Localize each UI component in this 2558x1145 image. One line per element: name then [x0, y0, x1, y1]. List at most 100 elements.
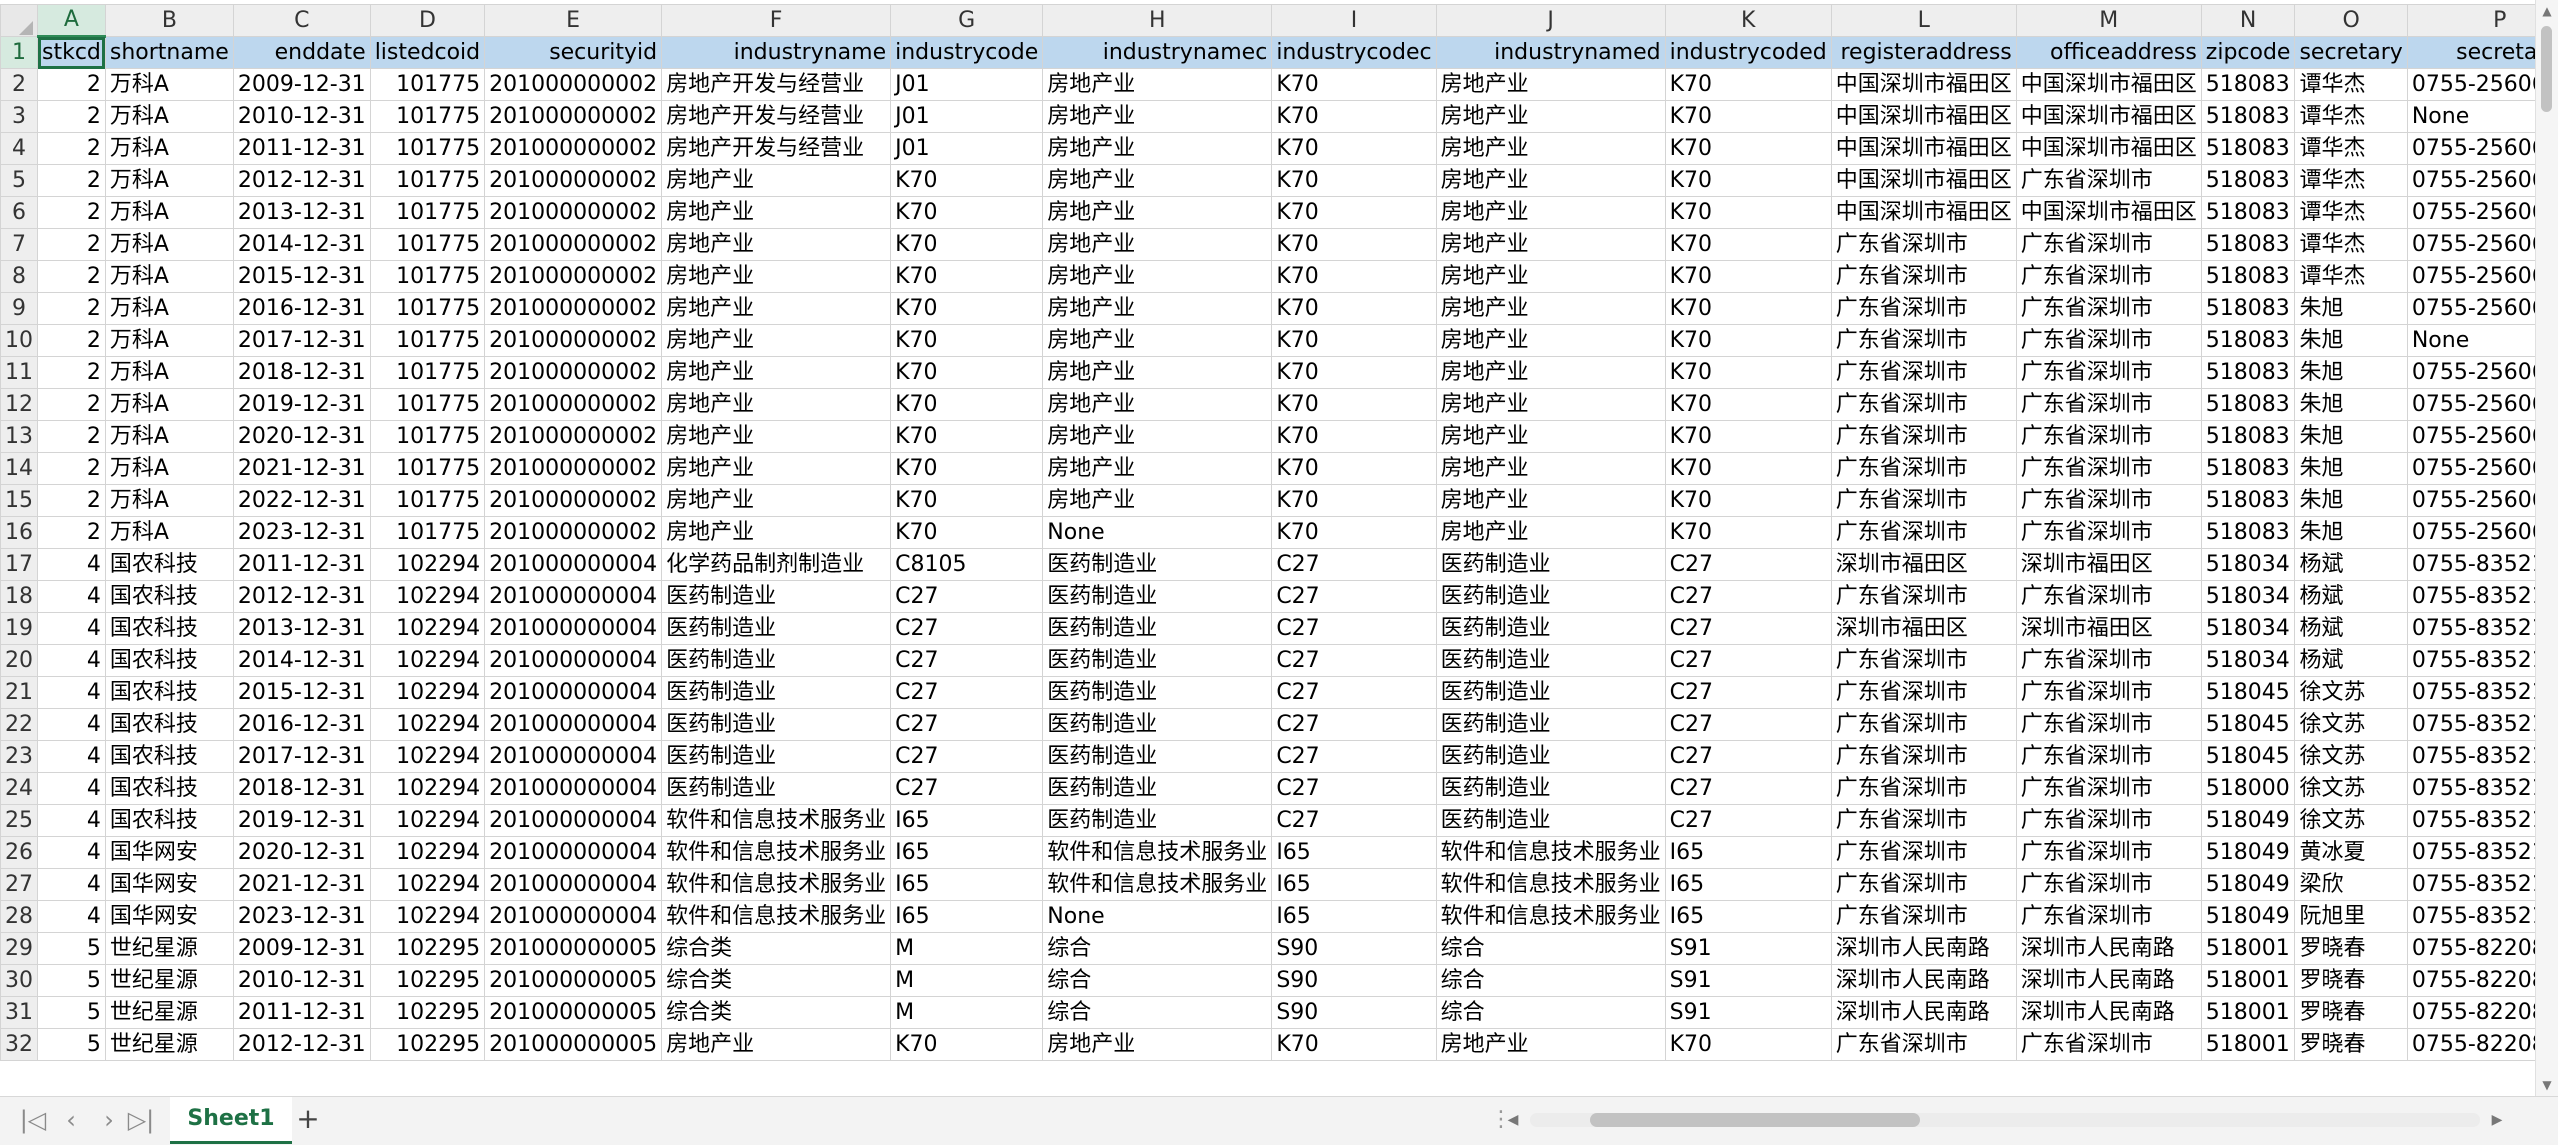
cell[interactable]: 朱旭: [2295, 389, 2407, 421]
row-number[interactable]: 29: [1, 933, 38, 965]
cell[interactable]: 广东省深圳市: [1831, 581, 2016, 613]
cell[interactable]: 5: [38, 933, 106, 965]
cell[interactable]: C27: [1272, 581, 1436, 613]
cell[interactable]: 102294: [370, 613, 484, 645]
cell[interactable]: 朱旭: [2295, 357, 2407, 389]
cell[interactable]: 房地产业: [1043, 325, 1272, 357]
cell[interactable]: 国农科技: [105, 741, 233, 773]
cell[interactable]: 软件和信息技术服务业: [1043, 837, 1272, 869]
cell[interactable]: 201000000004: [485, 805, 662, 837]
row-number[interactable]: 11: [1, 357, 38, 389]
cell[interactable]: 广东省深圳市: [2016, 581, 2201, 613]
spreadsheet-grid-area[interactable]: ABCDEFGHIJKLMNOPQRS 1stkcdshortnameendda…: [0, 0, 2558, 1144]
cell[interactable]: 房地产业: [662, 165, 891, 197]
cell[interactable]: 广东省深圳市: [1831, 901, 2016, 933]
cell[interactable]: 房地产业: [662, 1029, 891, 1061]
cell[interactable]: 广东省深圳市: [2016, 805, 2201, 837]
cell[interactable]: K70: [1272, 101, 1436, 133]
cell[interactable]: K70: [891, 389, 1043, 421]
cell[interactable]: 201000000002: [485, 165, 662, 197]
cell[interactable]: 广东省深圳市: [2016, 709, 2201, 741]
cell[interactable]: 101775: [370, 197, 484, 229]
row-number[interactable]: 2: [1, 69, 38, 101]
cell[interactable]: 国华网安: [105, 837, 233, 869]
cell[interactable]: 201000000004: [485, 645, 662, 677]
cell[interactable]: 世纪星源: [105, 933, 233, 965]
cell[interactable]: 房地产业: [1436, 389, 1665, 421]
cell[interactable]: 101775: [370, 101, 484, 133]
row-number[interactable]: 5: [1, 165, 38, 197]
cell[interactable]: 201000000002: [485, 69, 662, 101]
cell[interactable]: 广东省深圳市: [1831, 741, 2016, 773]
cell[interactable]: 国农科技: [105, 709, 233, 741]
cell[interactable]: 杨斌: [2295, 581, 2407, 613]
cell[interactable]: 101775: [370, 357, 484, 389]
cell[interactable]: 4: [38, 869, 106, 901]
cell[interactable]: C27: [1272, 677, 1436, 709]
cell[interactable]: 102294: [370, 773, 484, 805]
cell[interactable]: 房地产业: [1043, 197, 1272, 229]
row-number[interactable]: 21: [1, 677, 38, 709]
cell[interactable]: 518083: [2201, 133, 2295, 165]
cell[interactable]: 深圳市福田区: [2016, 613, 2201, 645]
cell[interactable]: 4: [38, 901, 106, 933]
cell[interactable]: 房地产业: [1436, 101, 1665, 133]
vertical-scroll-thumb[interactable]: [2541, 26, 2552, 112]
cell[interactable]: C27: [1665, 613, 1831, 645]
row-number[interactable]: 13: [1, 421, 38, 453]
cell[interactable]: 5: [38, 997, 106, 1029]
cell[interactable]: I65: [1665, 869, 1831, 901]
cell[interactable]: 102294: [370, 677, 484, 709]
field-header-cell[interactable]: officeaddress: [2016, 37, 2201, 69]
cell[interactable]: 综合类: [662, 997, 891, 1029]
cell[interactable]: 万科A: [105, 389, 233, 421]
cell[interactable]: 中国深圳市福田区: [1831, 165, 2016, 197]
cell[interactable]: 201000000002: [485, 421, 662, 453]
cell[interactable]: K70: [1665, 101, 1831, 133]
cell[interactable]: 梁欣: [2295, 869, 2407, 901]
cell[interactable]: 201000000004: [485, 869, 662, 901]
cell[interactable]: 102294: [370, 709, 484, 741]
tab-splitter-handle[interactable]: ⋮: [1490, 1107, 1494, 1133]
cell[interactable]: 2013-12-31: [233, 197, 370, 229]
column-header-e[interactable]: E: [485, 5, 662, 37]
cell[interactable]: 房地产业: [1043, 1029, 1272, 1061]
cell[interactable]: 广东省深圳市: [1831, 485, 2016, 517]
cell[interactable]: 2014-12-31: [233, 229, 370, 261]
cell[interactable]: 医药制造业: [662, 581, 891, 613]
cell[interactable]: C27: [1665, 645, 1831, 677]
cell[interactable]: 国农科技: [105, 773, 233, 805]
cell[interactable]: K70: [1665, 485, 1831, 517]
cell[interactable]: 医药制造业: [1043, 741, 1272, 773]
cell[interactable]: 医药制造业: [1436, 773, 1665, 805]
cell[interactable]: 广东省深圳市: [1831, 261, 2016, 293]
field-header-cell[interactable]: securityid: [485, 37, 662, 69]
cell[interactable]: 深圳市福田区: [2016, 549, 2201, 581]
cell[interactable]: 综合类: [662, 965, 891, 997]
cell[interactable]: 软件和信息技术服务业: [662, 837, 891, 869]
next-sheet-icon[interactable]: ›: [94, 1105, 124, 1135]
row-number[interactable]: 16: [1, 517, 38, 549]
cell[interactable]: 徐文苏: [2295, 773, 2407, 805]
cell[interactable]: 201000000005: [485, 997, 662, 1029]
cell[interactable]: 2: [38, 485, 106, 517]
cell[interactable]: M: [891, 997, 1043, 1029]
cell[interactable]: 2017-12-31: [233, 741, 370, 773]
row-number[interactable]: 8: [1, 261, 38, 293]
column-header-n[interactable]: N: [2201, 5, 2295, 37]
cell[interactable]: 广东省深圳市: [1831, 389, 2016, 421]
cell[interactable]: 518083: [2201, 389, 2295, 421]
column-header-d[interactable]: D: [370, 5, 484, 37]
cell[interactable]: I65: [1665, 837, 1831, 869]
cell[interactable]: 广东省深圳市: [1831, 293, 2016, 325]
cell[interactable]: C27: [1665, 805, 1831, 837]
cell[interactable]: K70: [1272, 229, 1436, 261]
row-number[interactable]: 18: [1, 581, 38, 613]
cell[interactable]: C27: [891, 613, 1043, 645]
cell[interactable]: 广东省深圳市: [2016, 869, 2201, 901]
cell[interactable]: K70: [1665, 517, 1831, 549]
cell[interactable]: 4: [38, 805, 106, 837]
cell[interactable]: K70: [1272, 421, 1436, 453]
cell[interactable]: 朱旭: [2295, 325, 2407, 357]
cell[interactable]: S90: [1272, 965, 1436, 997]
